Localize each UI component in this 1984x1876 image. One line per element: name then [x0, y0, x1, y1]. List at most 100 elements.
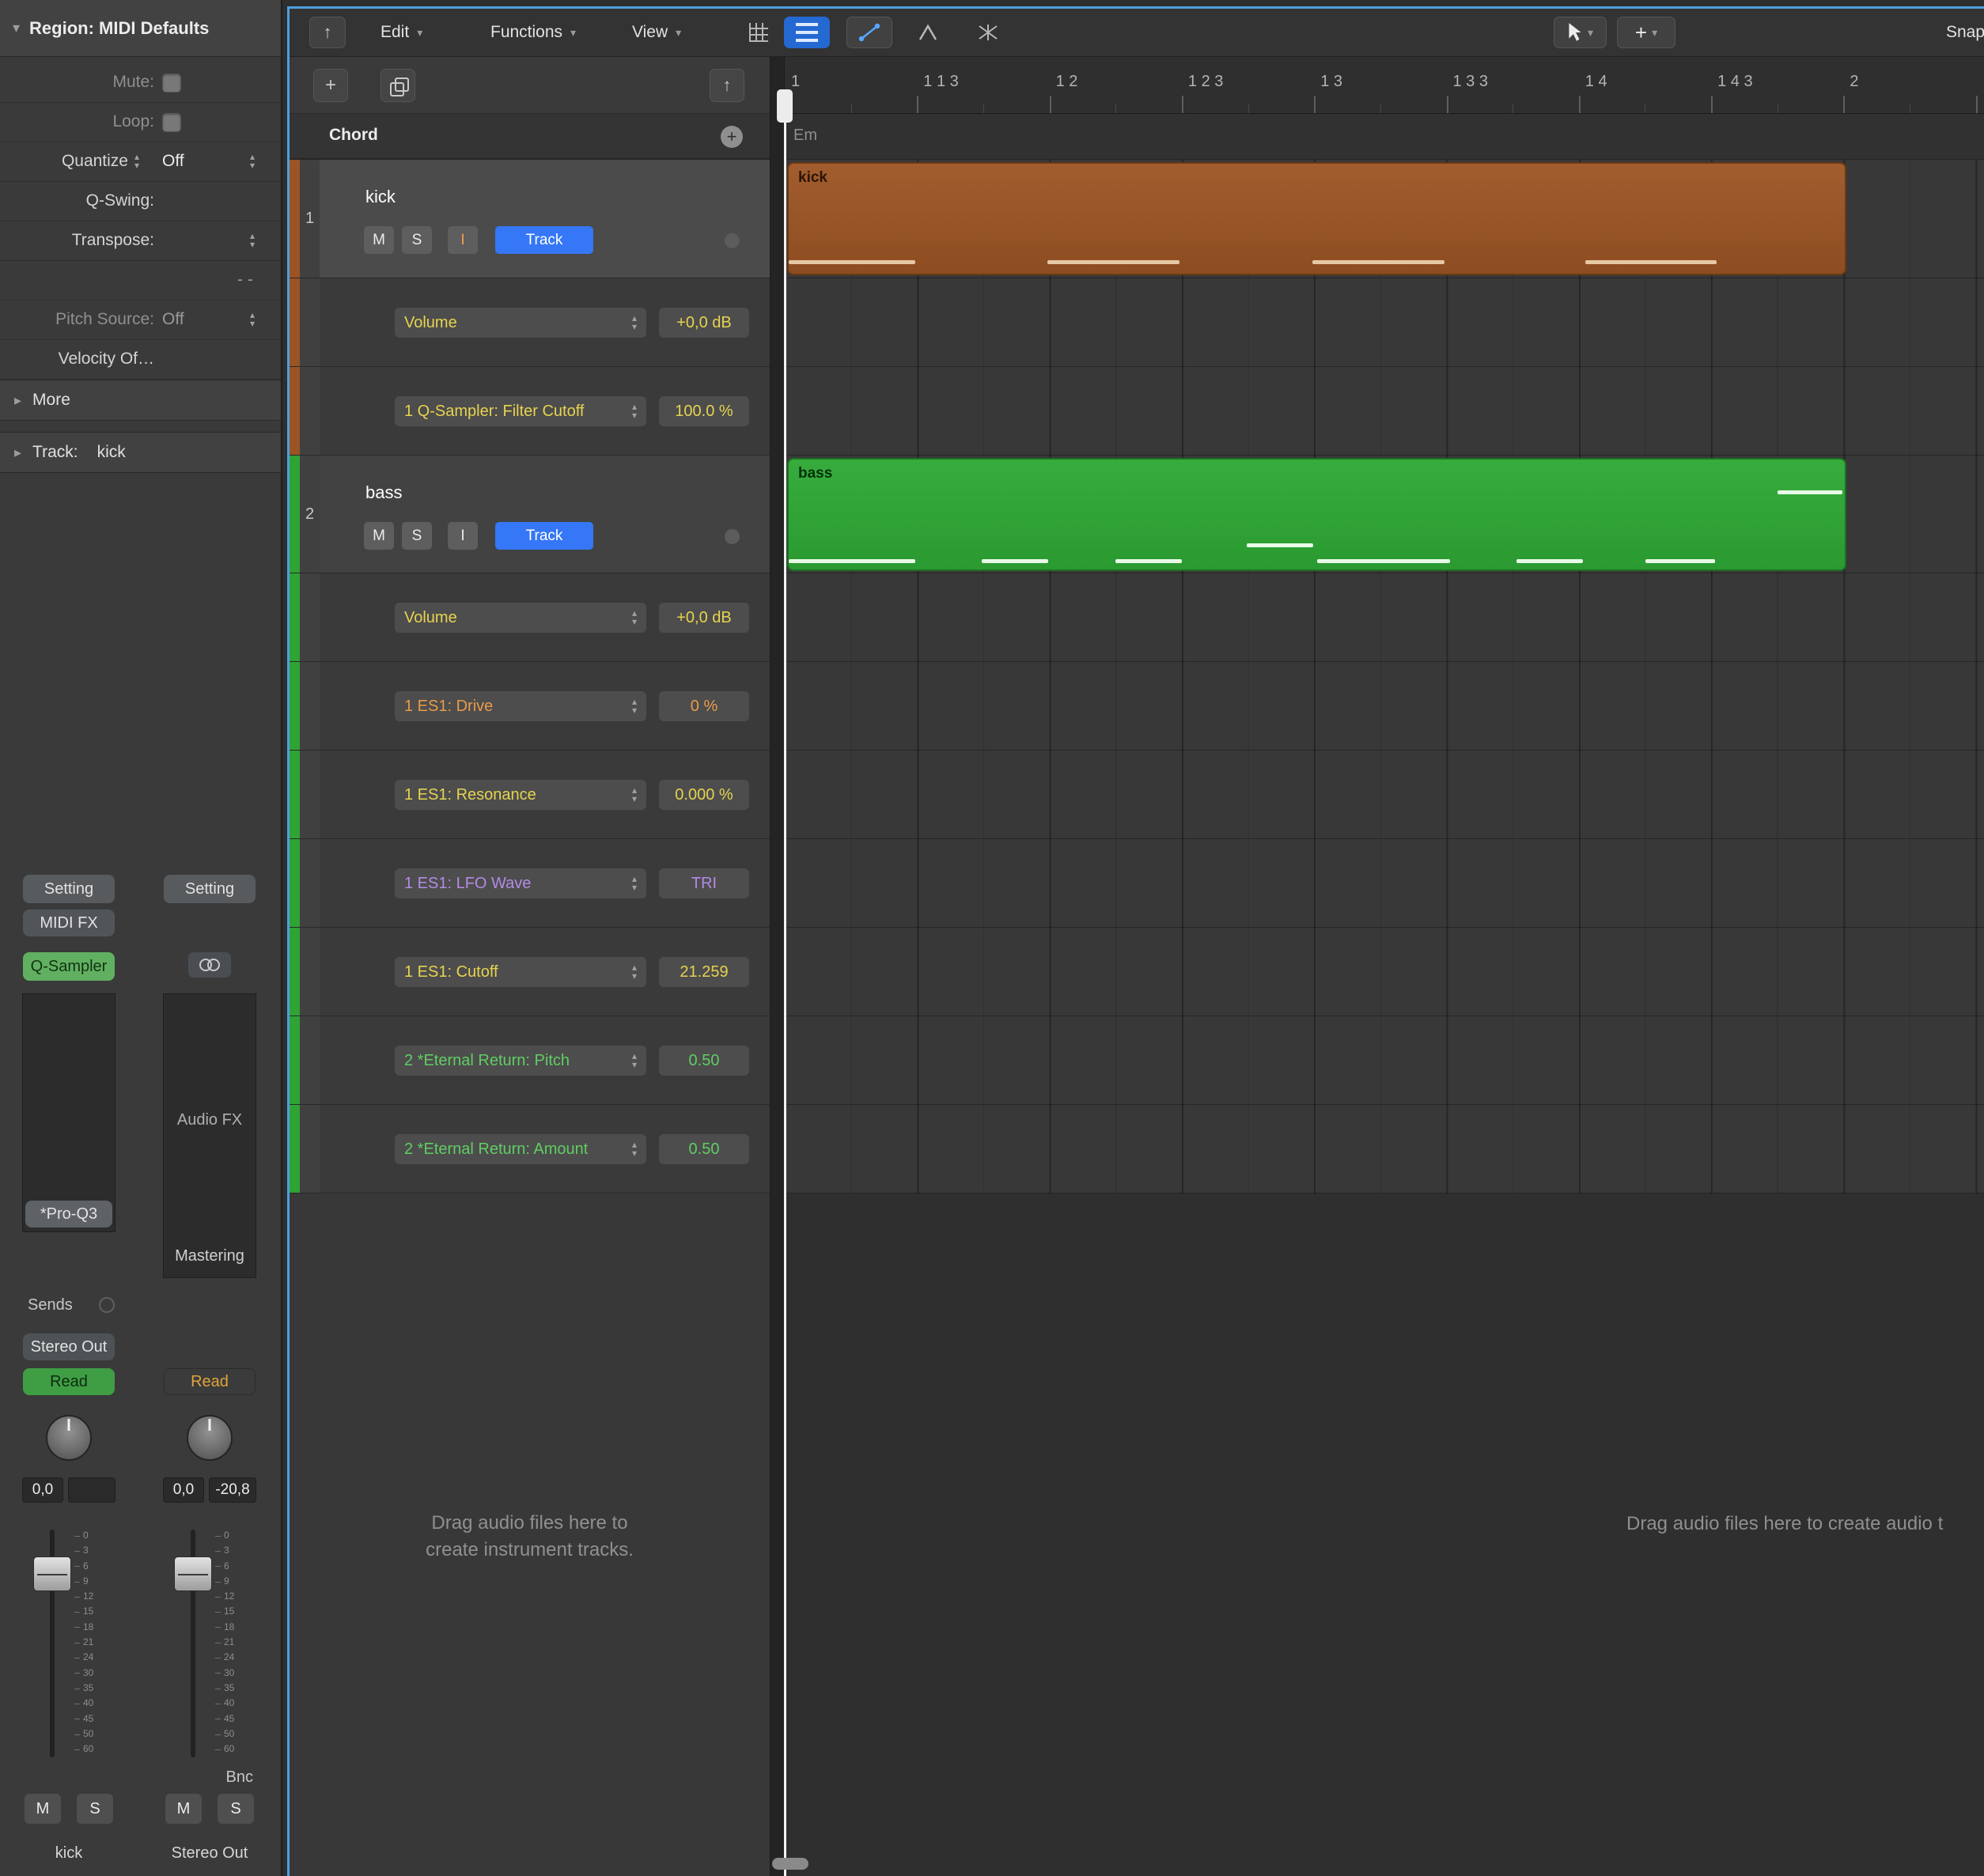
automation-mode-button[interactable]: Read — [164, 1368, 256, 1395]
eq-thumbnail[interactable] — [22, 993, 115, 1232]
automation-value[interactable]: +0,0 dB — [659, 308, 749, 338]
arrange-row-bass-drive[interactable] — [785, 662, 1984, 751]
automation-param-select[interactable]: 2 *Eternal Return: Amount▴▾ — [395, 1134, 646, 1164]
sends-slot[interactable]: Sends — [23, 1292, 115, 1318]
automation-param-select[interactable]: 1 Q-Sampler: Filter Cutoff▴▾ — [395, 396, 646, 426]
midi-fx-slot[interactable]: MIDI FX — [23, 910, 115, 936]
pan-knob[interactable] — [46, 1415, 92, 1461]
automation-target-button[interactable]: Track — [495, 522, 593, 550]
chord-track-row[interactable]: Chord + — [290, 114, 770, 160]
fader-cap[interactable] — [33, 1556, 71, 1591]
pan-value[interactable]: 0,0 — [163, 1477, 204, 1503]
secondary-tool-button[interactable]: + ▾ — [1617, 17, 1675, 48]
arrange-row-bass-volume[interactable] — [785, 573, 1984, 662]
automation-param-select[interactable]: 2 *Eternal Return: Pitch▴▾ — [395, 1046, 646, 1076]
send-knob-icon[interactable] — [99, 1297, 115, 1313]
arrange-row-bass-amount[interactable] — [785, 1105, 1984, 1193]
track-arrange-divider[interactable] — [770, 57, 785, 1876]
volume-fader[interactable]: 03691215182124303540455060 — [17, 1525, 120, 1762]
mute-button[interactable]: M — [165, 1794, 202, 1824]
hide-automation-button[interactable]: ↑ — [710, 69, 744, 102]
stereo-format-icon[interactable] — [188, 952, 231, 978]
mute-button[interactable]: M — [364, 226, 394, 254]
fader-cap[interactable] — [174, 1556, 212, 1591]
automation-param-select[interactable]: Volume▴▾ — [395, 308, 646, 338]
track-lanes[interactable]: kick bass — [785, 160, 1984, 1193]
output-slot[interactable]: Stereo Out — [23, 1333, 115, 1360]
setting-button[interactable]: Setting — [164, 875, 256, 903]
instrument-slot[interactable]: Q-Sampler — [23, 952, 115, 981]
input-monitoring-button[interactable]: I — [448, 522, 478, 550]
automation-value[interactable]: TRI — [659, 868, 749, 898]
arrange-row-bass-cutoff[interactable] — [785, 928, 1984, 1016]
automation-param-select[interactable]: Volume▴▾ — [395, 603, 646, 633]
pan-value[interactable]: 0,0 — [22, 1477, 63, 1503]
automation-curve-button[interactable] — [846, 17, 892, 48]
playhead-handle[interactable] — [777, 89, 793, 123]
record-enable-dot[interactable] — [725, 529, 740, 544]
solo-button[interactable]: S — [402, 226, 432, 254]
automation-value[interactable]: 0.000 % — [659, 780, 749, 810]
track-header-kick[interactable]: 1 kick M S I Track — [290, 160, 770, 278]
track-header-bass[interactable]: 2 bass M S I Track — [290, 456, 770, 573]
automation-param-select[interactable]: 1 ES1: Resonance▴▾ — [395, 780, 646, 810]
automation-value[interactable]: 0.50 — [659, 1046, 749, 1076]
lanes-view-button[interactable] — [784, 17, 830, 48]
automation-value[interactable]: +0,0 dB — [659, 603, 749, 633]
view-menu[interactable]: View ▾ — [632, 17, 681, 48]
automation-value[interactable]: 100.0 % — [659, 396, 749, 426]
midi-region-kick[interactable]: kick — [787, 162, 1846, 275]
level-value[interactable]: -20,8 — [209, 1477, 256, 1503]
solo-button[interactable]: S — [218, 1794, 254, 1824]
automation-param-select[interactable]: 1 ES1: LFO Wave▴▾ — [395, 868, 646, 898]
bounce-label[interactable]: Bnc — [158, 1768, 253, 1787]
pan-knob[interactable] — [187, 1415, 233, 1461]
automation-value[interactable]: 0 % — [659, 691, 749, 721]
audio-fx-area[interactable]: Audio FX Mastering — [163, 993, 256, 1278]
arrange-row-bass-lfo[interactable] — [785, 839, 1984, 928]
edit-menu[interactable]: Edit ▾ — [381, 17, 422, 48]
volume-fader[interactable]: 03691215182124303540455060 — [158, 1525, 261, 1762]
track-name[interactable]: bass — [365, 482, 402, 503]
functions-menu[interactable]: Functions ▾ — [490, 17, 576, 48]
arrange-row-kick-volume[interactable] — [785, 278, 1984, 367]
record-enable-dot[interactable] — [725, 233, 740, 248]
grid-view-button[interactable] — [741, 17, 776, 48]
add-track-button[interactable]: + — [313, 69, 348, 102]
mute-button[interactable]: M — [25, 1794, 61, 1824]
audio-fx-plugin-slot[interactable]: *Pro-Q3 — [25, 1201, 112, 1227]
setting-button[interactable]: Setting — [23, 875, 115, 903]
input-monitoring-button[interactable]: I — [448, 226, 478, 254]
automation-mode-button[interactable]: Read — [23, 1368, 115, 1395]
arrange-empty-area[interactable]: Drag audio files here to create audio t — [785, 1193, 1984, 1876]
bar-ruler[interactable]: 11 1 31 21 2 31 31 3 31 41 4 32 — [785, 57, 1984, 114]
automation-value[interactable]: 21.259 — [659, 957, 749, 987]
arrange-row-bass-pitch[interactable] — [785, 1016, 1984, 1105]
snap-menu[interactable]: Snap: — [1946, 17, 1984, 48]
playhead-line[interactable] — [784, 93, 786, 1876]
arrange-row-kick-cutoff[interactable] — [785, 367, 1984, 456]
add-chord-icon[interactable]: + — [721, 126, 743, 148]
mute-button[interactable]: M — [364, 522, 394, 550]
chord-symbol[interactable]: Em — [793, 127, 817, 145]
automation-target-button[interactable]: Track — [495, 226, 593, 254]
duplicate-track-button[interactable] — [381, 69, 415, 102]
crossfade-tool-button[interactable] — [967, 17, 1009, 48]
automation-param-select[interactable]: 1 ES1: Cutoff▴▾ — [395, 957, 646, 987]
pointer-tool-button[interactable]: ▾ — [1554, 17, 1607, 48]
track-list-empty-area[interactable]: Drag audio files here to create instrume… — [290, 1193, 770, 1876]
solo-button[interactable]: S — [77, 1794, 113, 1824]
catch-playhead-button[interactable]: ↑ — [309, 17, 346, 48]
midi-region-bass[interactable]: bass — [787, 458, 1846, 571]
level-value[interactable] — [68, 1477, 115, 1503]
horizontal-scrollbar[interactable] — [772, 1858, 808, 1870]
mastering-label[interactable]: Mastering — [164, 1247, 256, 1265]
stepper-icon[interactable]: ▴▾ — [134, 153, 139, 170]
automation-param-select[interactable]: 1 ES1: Drive▴▾ — [395, 691, 646, 721]
chord-track-band[interactable]: Em — [785, 114, 1984, 160]
solo-button[interactable]: S — [402, 522, 432, 550]
automation-value[interactable]: 0.50 — [659, 1134, 749, 1164]
arrange-row-bass-resonance[interactable] — [785, 751, 1984, 839]
pencil-automation-button[interactable] — [906, 17, 950, 48]
track-name[interactable]: kick — [365, 187, 396, 207]
